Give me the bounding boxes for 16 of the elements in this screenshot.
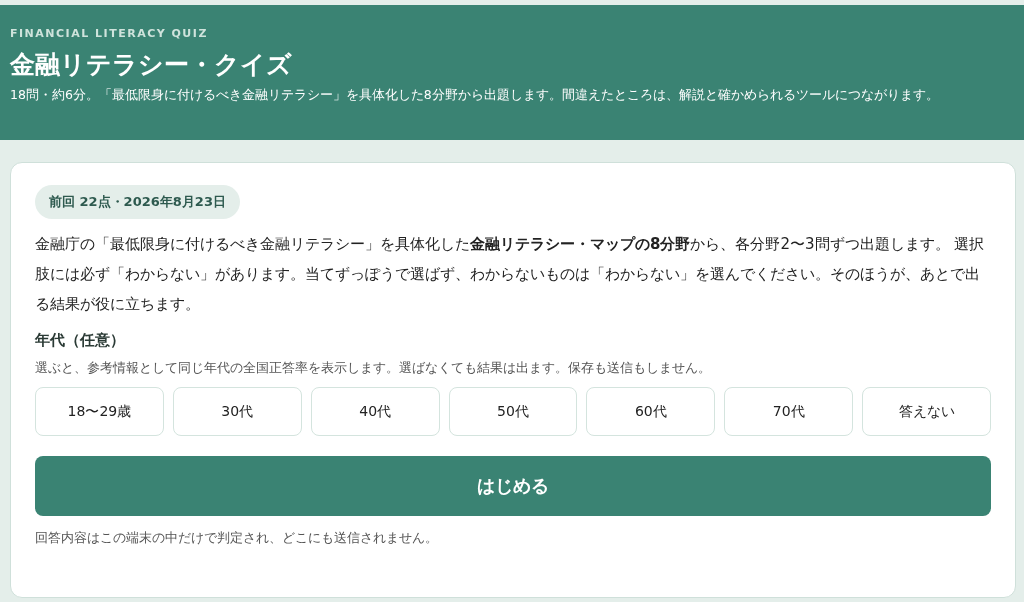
age-option[interactable]: 答えない bbox=[862, 387, 991, 436]
age-option[interactable]: 60代 bbox=[586, 387, 716, 436]
age-option[interactable]: 40代 bbox=[310, 387, 440, 436]
age-label: 年代（任意） bbox=[35, 331, 126, 350]
eyebrow-label: FINANCIAL LITERACY QUIZ bbox=[10, 27, 209, 40]
privacy-note: 回答内容はこの端末の中だけで判定され、どこにも送信されません。 bbox=[35, 530, 439, 547]
start-button[interactable]: はじめる bbox=[35, 456, 991, 516]
age-option[interactable]: 30代 bbox=[172, 387, 302, 436]
last-result-badge: 前回 22点・2026年8月23日 bbox=[35, 185, 240, 219]
age-option[interactable]: 18〜29歳 bbox=[35, 387, 164, 436]
age-option[interactable]: 50代 bbox=[448, 387, 578, 436]
intro-paragraph: 金融庁の「最低限身に付けるべき金融リテラシー」を具体化した金融リテラシー・マップの8分野から、各分野2〜3問ずつ出題します。 選択肢には必ず「わからない」があります。当てずっぽうで選ばず、わからないものは「わからない」を選んでください。そのほうが、あとで出る結果が役に立ちます。 bbox=[35, 234, 986, 315]
age-hint: 選ぶと、参考情報として同じ年代の全国正答率を表示します。選ばなくても結果は出ます。保存も送信もしません。 bbox=[35, 360, 712, 377]
age-option[interactable]: 70代 bbox=[724, 387, 854, 436]
page-title: 金融リテラシー・クイズ bbox=[10, 49, 293, 81]
page-subtitle: 18問・約6分。「最低限身に付けるべき金融リテラシー」を具体化した8分野から出題します。間違えたところは、解説と確かめられるツールにつながります。 bbox=[10, 87, 940, 104]
